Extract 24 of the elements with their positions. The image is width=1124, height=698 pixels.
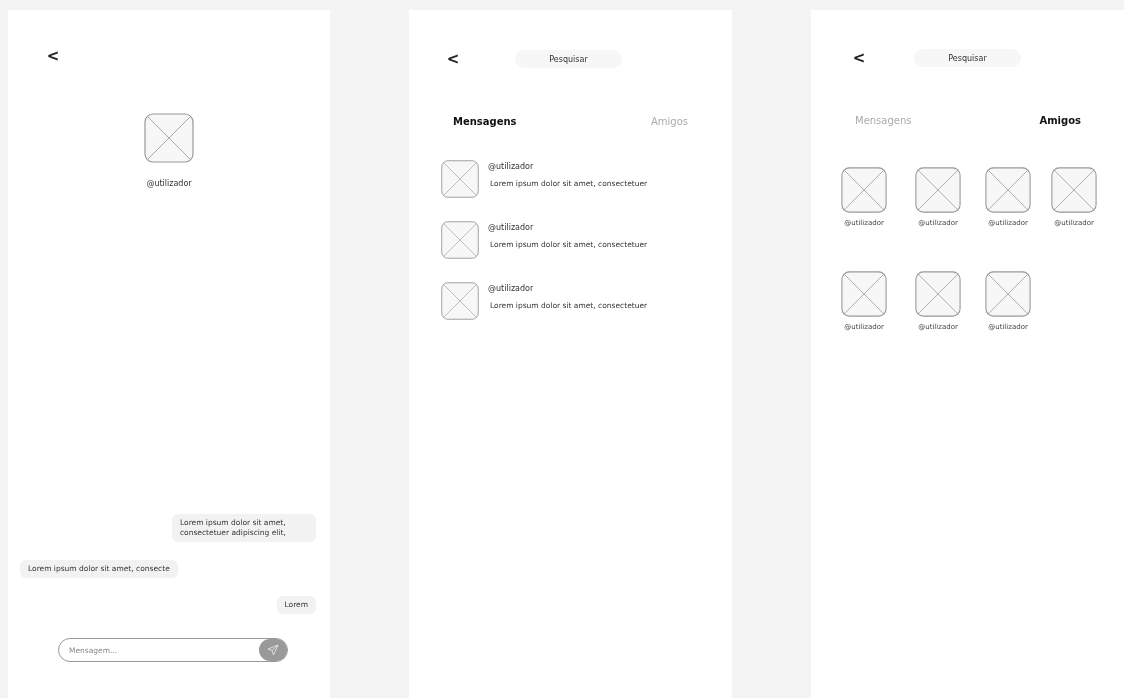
- back-button[interactable]: <: [446, 50, 460, 68]
- tab[interactable]: Amigos: [1039, 115, 1081, 126]
- image-placeholder-icon: [841, 167, 887, 213]
- username: @utilizador: [488, 223, 535, 232]
- image-placeholder-icon: [841, 271, 887, 317]
- tab[interactable]: Mensagens: [453, 116, 517, 127]
- image-placeholder-icon: [441, 282, 479, 320]
- image-placeholder-icon: [985, 167, 1031, 213]
- search-field[interactable]: Pesquisar: [914, 49, 1021, 67]
- image-placeholder-icon: [1051, 167, 1097, 213]
- image-placeholder-icon: [441, 160, 479, 198]
- search-field[interactable]: Pesquisar: [515, 50, 622, 68]
- back-button[interactable]: <: [46, 47, 60, 65]
- paper-plane-icon: [267, 644, 279, 656]
- image-placeholder-icon: [915, 271, 961, 317]
- image-placeholder-icon: [441, 221, 479, 259]
- image-placeholder-icon: [915, 167, 961, 213]
- username: @utilizador: [146, 179, 192, 188]
- image-placeholder-icon: [985, 271, 1031, 317]
- username: @utilizador: [488, 284, 535, 293]
- image-placeholder-icon: [144, 113, 194, 163]
- send-button[interactable]: [259, 639, 287, 661]
- username: @utilizador: [488, 162, 535, 171]
- back-button[interactable]: <: [852, 49, 866, 67]
